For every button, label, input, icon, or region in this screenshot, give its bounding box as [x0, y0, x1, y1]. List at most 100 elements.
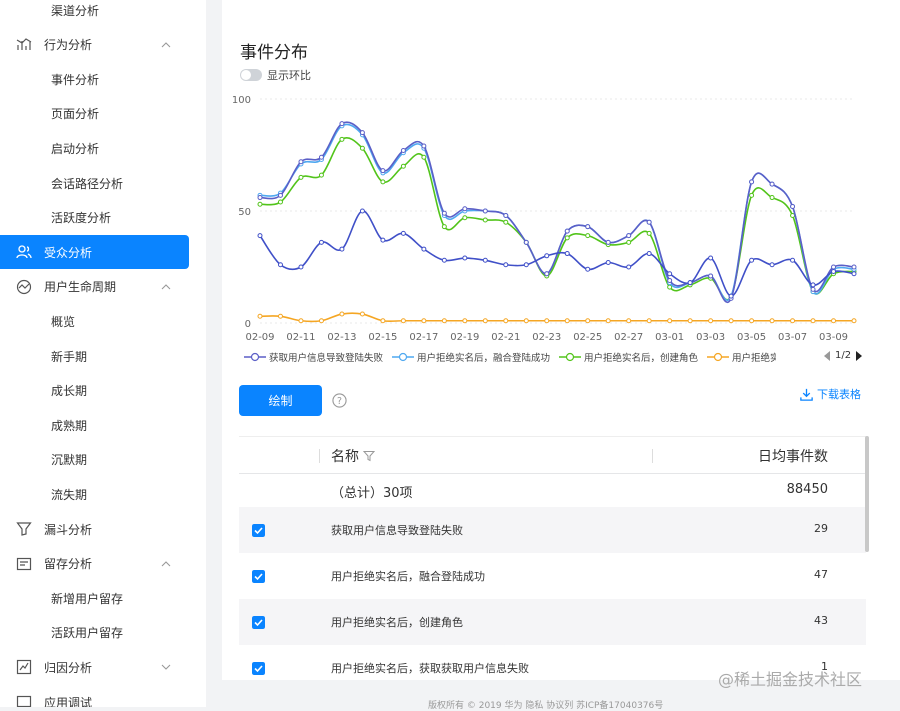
- legend-prev-icon[interactable]: [823, 350, 831, 361]
- series-4-point: [851, 271, 857, 277]
- series-3-point: [503, 318, 509, 324]
- legend-item[interactable]: 用户拒绝实名后，融合登陆成功: [392, 350, 550, 364]
- series-2-point: [339, 136, 345, 142]
- chevron-up-icon[interactable]: [160, 558, 172, 570]
- column-header-name-label: 名称: [331, 449, 359, 465]
- sidebar-item-16[interactable]: 留存分析: [0, 547, 190, 581]
- sidebar-item-1[interactable]: 行为分析: [0, 28, 190, 62]
- attribution-icon: [16, 660, 32, 675]
- series-4-point: [749, 257, 755, 263]
- sidebar-item-label: 新手期: [51, 349, 88, 364]
- chevron-down-icon[interactable]: [160, 661, 172, 673]
- compare-toggle-row[interactable]: 显示环比: [240, 67, 311, 83]
- sidebar-item-label: 启动分析: [51, 141, 100, 156]
- compare-toggle-label: 显示环比: [267, 69, 311, 82]
- series-2-point: [482, 217, 488, 223]
- event-line-chart: 0 50 100 02-09 02-11 02-13 02-15 02-17 02-19 02-2…: [232, 95, 857, 343]
- sidebar-item-18[interactable]: 活跃用户留存: [0, 616, 190, 650]
- sidebar-item-5[interactable]: 会话路径分析: [0, 166, 190, 200]
- watermark: @稀土掘金技术社区: [718, 670, 863, 689]
- legend-page-indicator: 1/2: [835, 350, 852, 361]
- sidebar-item-11[interactable]: 成长期: [0, 374, 190, 408]
- x-tick-label: 02-17: [409, 332, 438, 343]
- sidebar-item-label: 页面分析: [51, 107, 100, 122]
- column-header-daily-count[interactable]: 日均事件数: [758, 446, 828, 466]
- series-0-point: [605, 239, 611, 245]
- sidebar-item-17[interactable]: 新增用户留存: [0, 581, 190, 615]
- sidebar-item-label: 受众分析: [44, 245, 93, 260]
- sidebar-item-14[interactable]: 流失期: [0, 477, 190, 511]
- sidebar-item-label: 用户生命周期: [44, 280, 117, 295]
- legend-next-icon[interactable]: [855, 350, 863, 361]
- table-row[interactable]: 获取用户信息导致登陆失败 29: [239, 507, 866, 553]
- legend-label: 获取用户信息导致登陆失败: [269, 353, 384, 364]
- svg-text:?: ?: [337, 396, 342, 407]
- sidebar-item-19[interactable]: 归因分析: [0, 650, 190, 684]
- row-checkbox[interactable]: [252, 662, 265, 675]
- table-scrollbar[interactable]: [865, 436, 869, 552]
- download-table-link[interactable]: 下载表格: [799, 386, 861, 402]
- series-4-point: [708, 255, 714, 261]
- table-header: 名称 日均事件数: [239, 436, 866, 474]
- column-divider: [319, 449, 320, 463]
- series-3-point: [769, 318, 775, 324]
- series-2-point: [667, 284, 673, 290]
- sidebar-item-20[interactable]: 应用调试: [0, 685, 190, 707]
- sidebar-item-3[interactable]: 页面分析: [0, 97, 190, 131]
- sidebar-item-0[interactable]: 渠道分析: [0, 0, 190, 27]
- series-3-point: [523, 318, 529, 324]
- legend-item[interactable]: 用户拒绝实名后，创建角色: [559, 350, 698, 364]
- series-2-point: [441, 224, 447, 230]
- series-0-point: [831, 264, 837, 270]
- series-0-point: [851, 264, 857, 270]
- sidebar-item-label: 漏斗分析: [44, 522, 93, 537]
- x-tick-label: 03-09: [819, 332, 848, 343]
- sidebar-item-8[interactable]: 用户生命周期: [0, 270, 190, 304]
- row-name-cell: 用户拒绝实名后，融合登陆成功: [331, 570, 485, 583]
- series-3-point: [626, 318, 632, 324]
- sidebar-item-13[interactable]: 沉默期: [0, 443, 190, 477]
- legend-item[interactable]: 用户拒绝实名后，获取获取用户信息失败: [707, 350, 776, 364]
- draw-button[interactable]: 绘制: [239, 385, 322, 416]
- series-4-point: [359, 208, 365, 214]
- help-icon[interactable]: ?: [332, 393, 347, 408]
- row-checkbox[interactable]: [252, 616, 265, 629]
- sidebar-item-7[interactable]: 受众分析: [0, 235, 189, 270]
- row-checkbox[interactable]: [252, 570, 265, 583]
- series-4-point: [400, 230, 406, 236]
- sidebar-item-9[interactable]: 概览: [0, 304, 190, 338]
- y-tick-label: 50: [238, 207, 251, 218]
- compare-toggle[interactable]: [240, 69, 262, 81]
- sidebar-item-label: 活跃用户留存: [51, 626, 124, 641]
- x-tick-label: 02-19: [450, 332, 479, 343]
- series-2-point: [318, 172, 324, 178]
- series-4-point: [257, 233, 263, 239]
- sidebar-item-10[interactable]: 新手期: [0, 339, 190, 373]
- series-4-point: [462, 255, 468, 261]
- x-tick-label: 03-07: [778, 332, 807, 343]
- sidebar-item-15[interactable]: 漏斗分析: [0, 512, 190, 546]
- sidebar-item-6[interactable]: 活跃度分析: [0, 201, 190, 235]
- row-checkbox[interactable]: [252, 524, 265, 537]
- funnel-icon: [16, 522, 32, 536]
- series-3-point: [687, 318, 693, 324]
- table-row[interactable]: 用户拒绝实名后，创建角色 43: [239, 599, 866, 645]
- series-2-point: [298, 174, 304, 180]
- series-2-point: [421, 154, 427, 160]
- column-header-name[interactable]: 名称: [331, 446, 375, 466]
- download-label: 下载表格: [817, 388, 861, 401]
- filter-icon[interactable]: [363, 450, 375, 462]
- table-row[interactable]: 用户拒绝实名后，融合登陆成功 47: [239, 553, 866, 599]
- series-2-point: [585, 233, 591, 239]
- sidebar-item-2[interactable]: 事件分析: [0, 62, 190, 96]
- series-2-point: [359, 145, 365, 151]
- legend-item[interactable]: 获取用户信息导致登陆失败: [244, 350, 383, 364]
- series-3-point: [380, 318, 386, 324]
- sidebar-item-12[interactable]: 成熟期: [0, 408, 190, 442]
- chevron-up-icon[interactable]: [160, 281, 172, 293]
- chevron-up-icon[interactable]: [160, 39, 172, 51]
- sidebar-item-4[interactable]: 启动分析: [0, 131, 190, 165]
- series-2-point: [462, 215, 468, 221]
- series-4-point: [585, 266, 591, 272]
- sidebar: 渠道分析 行为分析 事件分析页面分析启动分析会话路径分析 活跃度分析受众分析用户生命周…: [0, 0, 206, 707]
